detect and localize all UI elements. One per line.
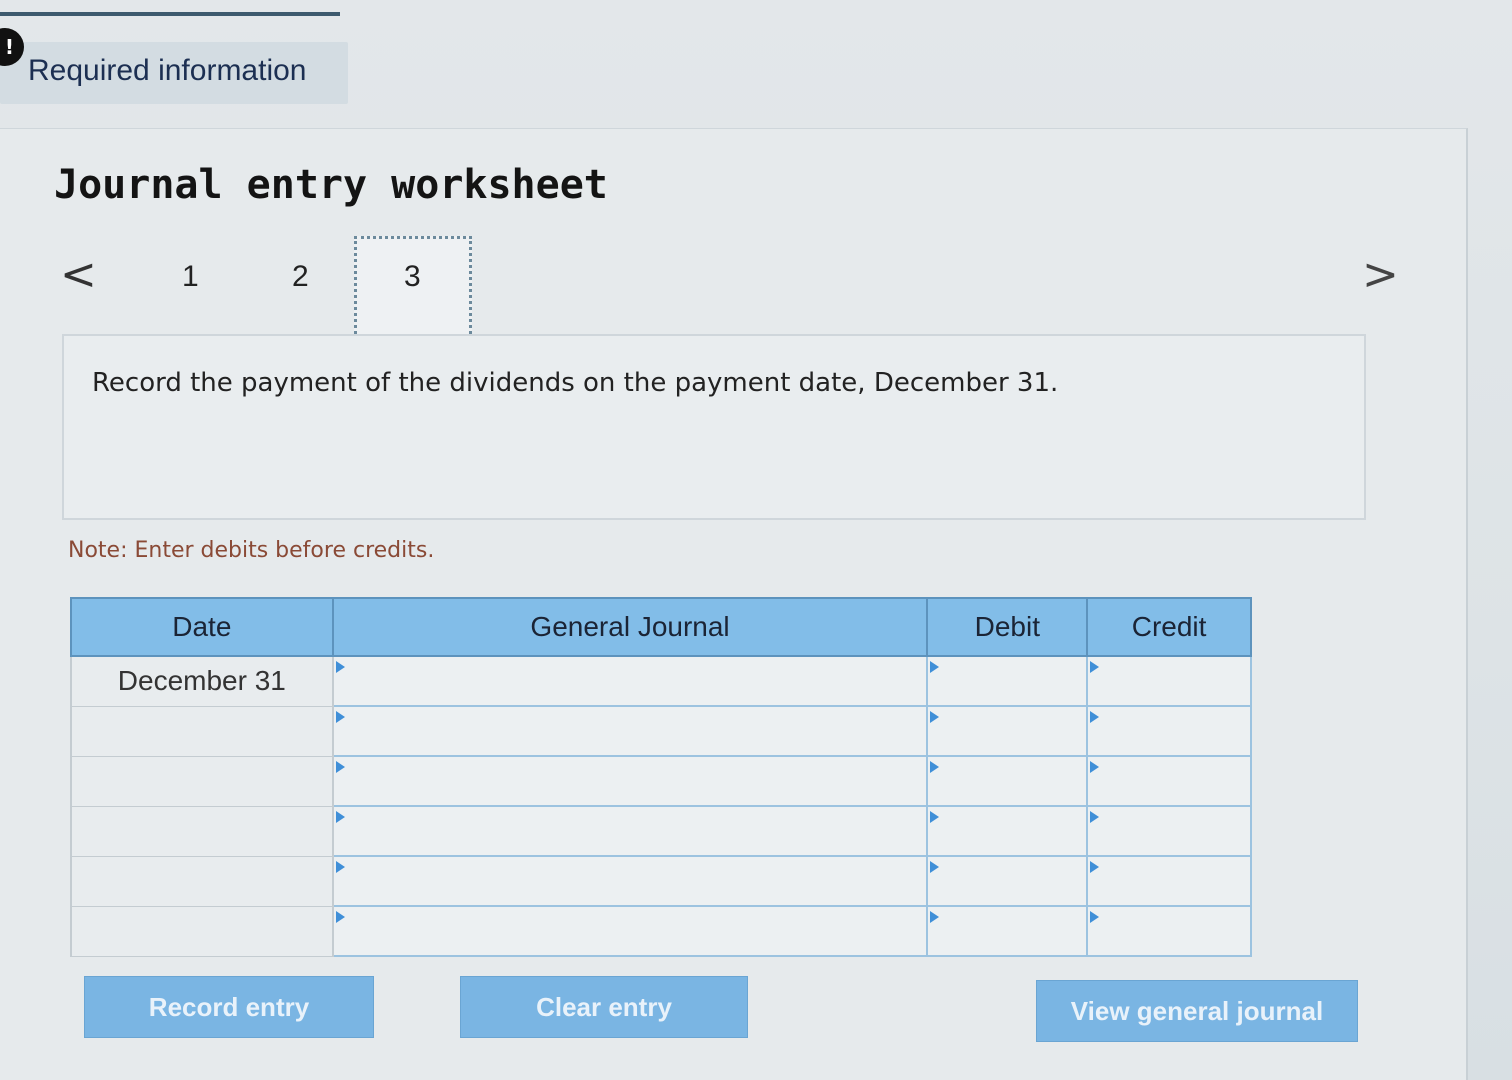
input-marker-icon <box>930 811 940 823</box>
dropdown-marker-icon <box>335 861 345 873</box>
dropdown-marker-icon <box>335 711 345 723</box>
table-row <box>70 705 1252 757</box>
table-row: December 31 <box>70 655 1252 707</box>
debit-input[interactable] <box>926 855 1089 907</box>
input-marker-icon <box>930 911 940 923</box>
credit-input[interactable] <box>1086 755 1252 807</box>
column-header-credit: Credit <box>1086 597 1252 657</box>
dropdown-marker-icon <box>335 761 345 773</box>
step-3[interactable]: 3 <box>404 260 421 294</box>
table-row <box>70 755 1252 807</box>
column-header-date: Date <box>70 597 334 657</box>
debit-input[interactable] <box>926 655 1089 707</box>
clear-entry-button[interactable]: Clear entry <box>460 976 748 1038</box>
input-marker-icon <box>1090 911 1100 923</box>
credit-input[interactable] <box>1086 655 1252 707</box>
journal-header-row: Date General Journal Debit Credit <box>70 597 1252 657</box>
dropdown-marker-icon <box>335 661 345 673</box>
credit-input[interactable] <box>1086 805 1252 857</box>
step-2[interactable]: 2 <box>292 260 309 294</box>
input-marker-icon <box>930 861 940 873</box>
chevron-left-icon[interactable]: < <box>60 250 97 300</box>
input-marker-icon <box>930 711 940 723</box>
date-cell <box>70 805 334 857</box>
input-marker-icon <box>1090 761 1100 773</box>
table-row <box>70 905 1252 957</box>
debit-input[interactable] <box>926 805 1089 857</box>
debit-input[interactable] <box>926 755 1089 807</box>
column-header-debit: Debit <box>926 597 1089 657</box>
debit-input[interactable] <box>926 705 1089 757</box>
journal-table: Date General Journal Debit Credit Decemb… <box>70 597 1252 957</box>
step-1[interactable]: 1 <box>182 260 199 294</box>
table-row <box>70 855 1252 907</box>
account-input[interactable] <box>331 855 929 907</box>
dropdown-marker-icon <box>335 811 345 823</box>
prompt-box <box>62 334 1366 520</box>
account-input[interactable] <box>331 705 929 757</box>
worksheet-title: Journal entry worksheet <box>54 162 608 208</box>
account-input[interactable] <box>331 905 929 957</box>
input-marker-icon <box>1090 811 1100 823</box>
date-cell <box>70 755 334 807</box>
note-text: Note: Enter debits before credits. <box>68 538 435 563</box>
credit-input[interactable] <box>1086 705 1252 757</box>
account-input[interactable] <box>331 805 929 857</box>
view-general-journal-button[interactable]: View general journal <box>1036 980 1358 1042</box>
account-input[interactable] <box>331 655 929 707</box>
input-marker-icon <box>1090 861 1100 873</box>
date-cell <box>70 705 334 757</box>
input-marker-icon <box>1090 661 1100 673</box>
date-cell: December 31 <box>70 655 334 707</box>
top-rule <box>0 12 340 16</box>
table-row <box>70 805 1252 857</box>
prompt-text: Record the payment of the dividends on t… <box>92 368 1059 398</box>
required-info-label[interactable]: Required information <box>28 54 306 88</box>
date-cell <box>70 855 334 907</box>
input-marker-icon <box>930 661 940 673</box>
record-entry-button[interactable]: Record entry <box>84 976 374 1038</box>
page: ! Required information Journal entry wor… <box>0 0 1512 1080</box>
input-marker-icon <box>930 761 940 773</box>
debit-input[interactable] <box>926 905 1089 957</box>
input-marker-icon <box>1090 711 1100 723</box>
chevron-right-icon[interactable]: > <box>1362 250 1399 300</box>
credit-input[interactable] <box>1086 905 1252 957</box>
column-header-general-journal: General Journal <box>331 597 929 657</box>
account-input[interactable] <box>331 755 929 807</box>
credit-input[interactable] <box>1086 855 1252 907</box>
date-cell <box>70 905 334 957</box>
dropdown-marker-icon <box>335 911 345 923</box>
